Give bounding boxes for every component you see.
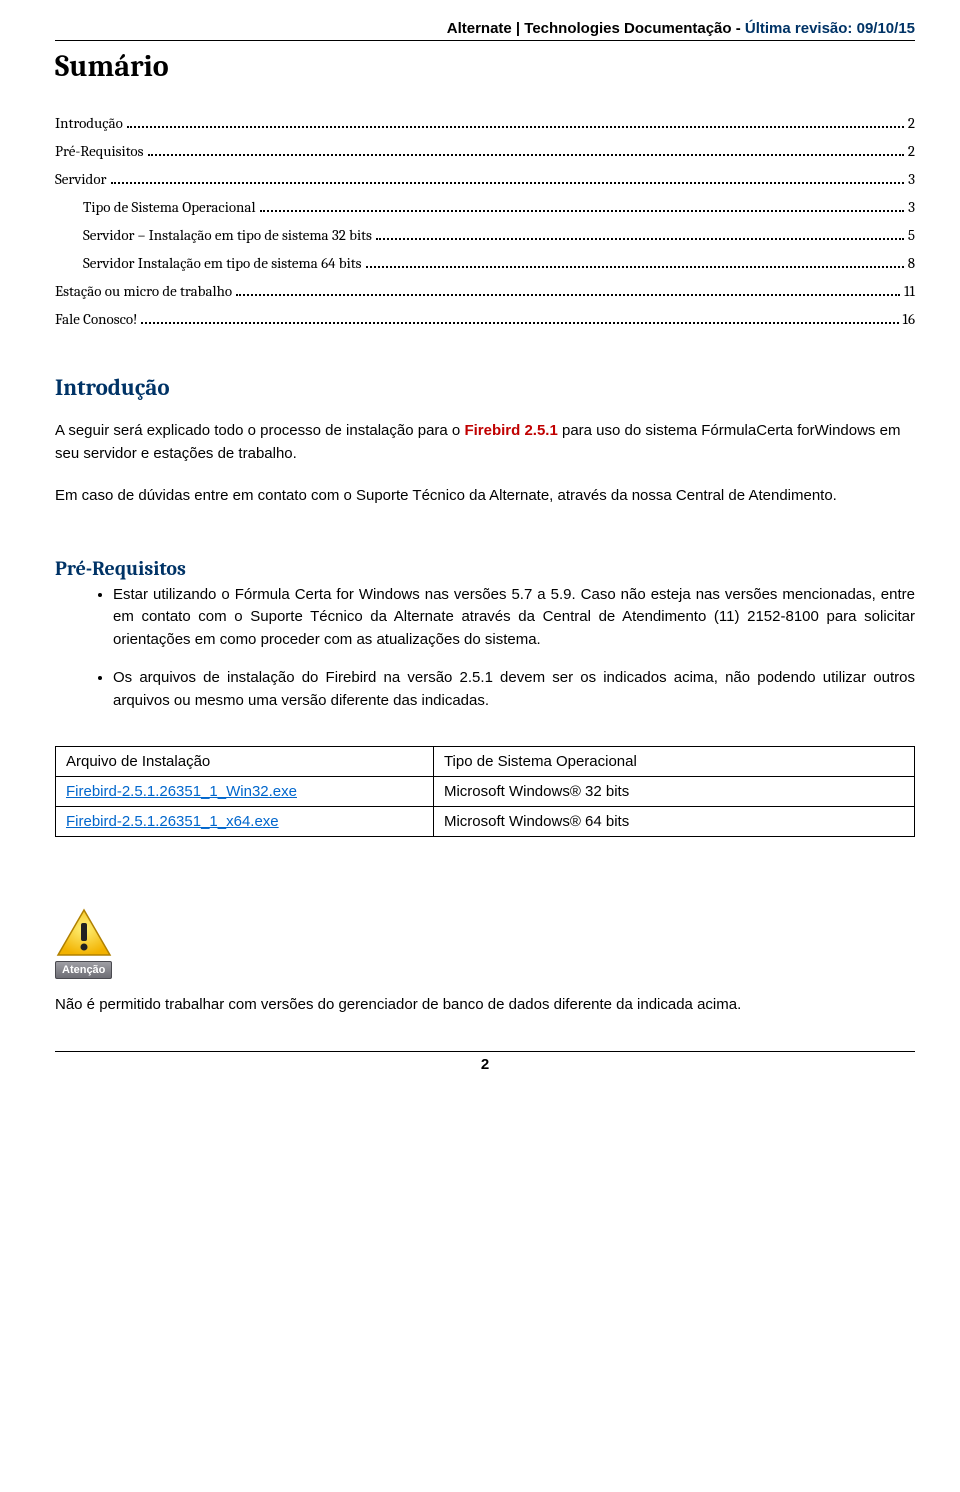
header-revision-date: 09/10/15 xyxy=(857,20,915,37)
install-files-table: Arquivo de Instalação Tipo de Sistema Op… xyxy=(55,746,915,837)
toc-row[interactable]: Servidor – Instalação em tipo de sistema… xyxy=(55,226,915,244)
toc-page: 11 xyxy=(904,282,915,300)
table-row: Firebird-2.5.1.26351_1_Win32.exe Microso… xyxy=(56,777,915,807)
intro-paragraph-2: Em caso de dúvidas entre em contato com … xyxy=(55,484,915,507)
prereq-item: Estar utilizando o Fórmula Certa for Win… xyxy=(113,584,915,652)
toc-row[interactable]: Servidor Instalação em tipo de sistema 6… xyxy=(55,254,915,272)
toc-row[interactable]: Tipo de Sistema Operacional 3 xyxy=(55,198,915,216)
warning-icon-wrap: Atenção xyxy=(55,907,127,979)
warning-icon xyxy=(55,907,113,959)
table-cell-os: Microsoft Windows® 64 bits xyxy=(433,807,914,837)
toc-page: 2 xyxy=(908,114,915,132)
warning-block: Atenção Não é permitido trabalhar com ve… xyxy=(55,907,915,1016)
toc-leader-dots xyxy=(366,266,904,268)
warning-label: Atenção xyxy=(55,961,112,979)
table-of-contents: Introdução 2 Pré-Requisitos 2 Servidor 3… xyxy=(55,114,915,328)
firebird-version: Firebird 2.5.1 xyxy=(464,422,557,439)
toc-row[interactable]: Servidor 3 xyxy=(55,170,915,188)
section-title-introducao: Introdução xyxy=(55,374,915,401)
section-title-prerequisitos: Pré-Requisitos xyxy=(55,557,915,580)
toc-page: 3 xyxy=(908,198,915,216)
prereq-item: Os arquivos de instalação do Firebird na… xyxy=(113,667,915,712)
toc-leader-dots xyxy=(127,126,904,128)
toc-row[interactable]: Introdução 2 xyxy=(55,114,915,132)
header-brand: Alternate | Technologies xyxy=(447,20,620,37)
toc-row[interactable]: Fale Conosco! 16 xyxy=(55,310,915,328)
warning-text: Não é permitido trabalhar com versões do… xyxy=(55,993,915,1016)
summary-title: Sumário xyxy=(55,49,915,84)
table-cell-os: Microsoft Windows® 32 bits xyxy=(433,777,914,807)
table-cell-file: Firebird-2.5.1.26351_1_x64.exe xyxy=(56,807,434,837)
toc-leader-dots xyxy=(260,210,905,212)
toc-label: Servidor xyxy=(55,170,107,188)
toc-leader-dots xyxy=(376,238,904,240)
toc-page: 3 xyxy=(908,170,915,188)
toc-label: Introdução xyxy=(55,114,123,132)
toc-page: 8 xyxy=(908,254,915,272)
toc-label: Pré-Requisitos xyxy=(55,142,144,160)
header-section: Documentação - xyxy=(620,20,745,37)
table-row: Firebird-2.5.1.26351_1_x64.exe Microsoft… xyxy=(56,807,915,837)
toc-leader-dots xyxy=(111,182,905,184)
prereq-list: Estar utilizando o Fórmula Certa for Win… xyxy=(55,584,915,713)
install-file-link[interactable]: Firebird-2.5.1.26351_1_Win32.exe xyxy=(66,783,297,800)
toc-leader-dots xyxy=(236,294,900,296)
page-number: 2 xyxy=(55,1051,915,1073)
toc-row[interactable]: Estação ou micro de trabalho 11 xyxy=(55,282,915,300)
toc-label: Servidor Instalação em tipo de sistema 6… xyxy=(83,254,362,272)
toc-page: 5 xyxy=(908,226,915,244)
toc-page: 2 xyxy=(908,142,915,160)
toc-label: Servidor – Instalação em tipo de sistema… xyxy=(83,226,372,244)
toc-label: Estação ou micro de trabalho xyxy=(55,282,232,300)
intro-p1-pre: A seguir será explicado todo o processo … xyxy=(55,422,464,439)
toc-row[interactable]: Pré-Requisitos 2 xyxy=(55,142,915,160)
table-row: Arquivo de Instalação Tipo de Sistema Op… xyxy=(56,747,915,777)
table-header-os: Tipo de Sistema Operacional xyxy=(433,747,914,777)
install-file-link[interactable]: Firebird-2.5.1.26351_1_x64.exe xyxy=(66,813,279,830)
toc-label: Tipo de Sistema Operacional xyxy=(83,198,256,216)
toc-page: 16 xyxy=(903,310,915,328)
toc-label: Fale Conosco! xyxy=(55,310,137,328)
toc-leader-dots xyxy=(141,322,898,324)
page-header: Alternate | Technologies Documentação - … xyxy=(55,20,915,41)
toc-leader-dots xyxy=(148,154,904,156)
intro-paragraph-1: A seguir será explicado todo o processo … xyxy=(55,419,915,466)
header-revision-label: Última revisão: xyxy=(745,20,857,37)
table-cell-file: Firebird-2.5.1.26351_1_Win32.exe xyxy=(56,777,434,807)
table-header-file: Arquivo de Instalação xyxy=(56,747,434,777)
